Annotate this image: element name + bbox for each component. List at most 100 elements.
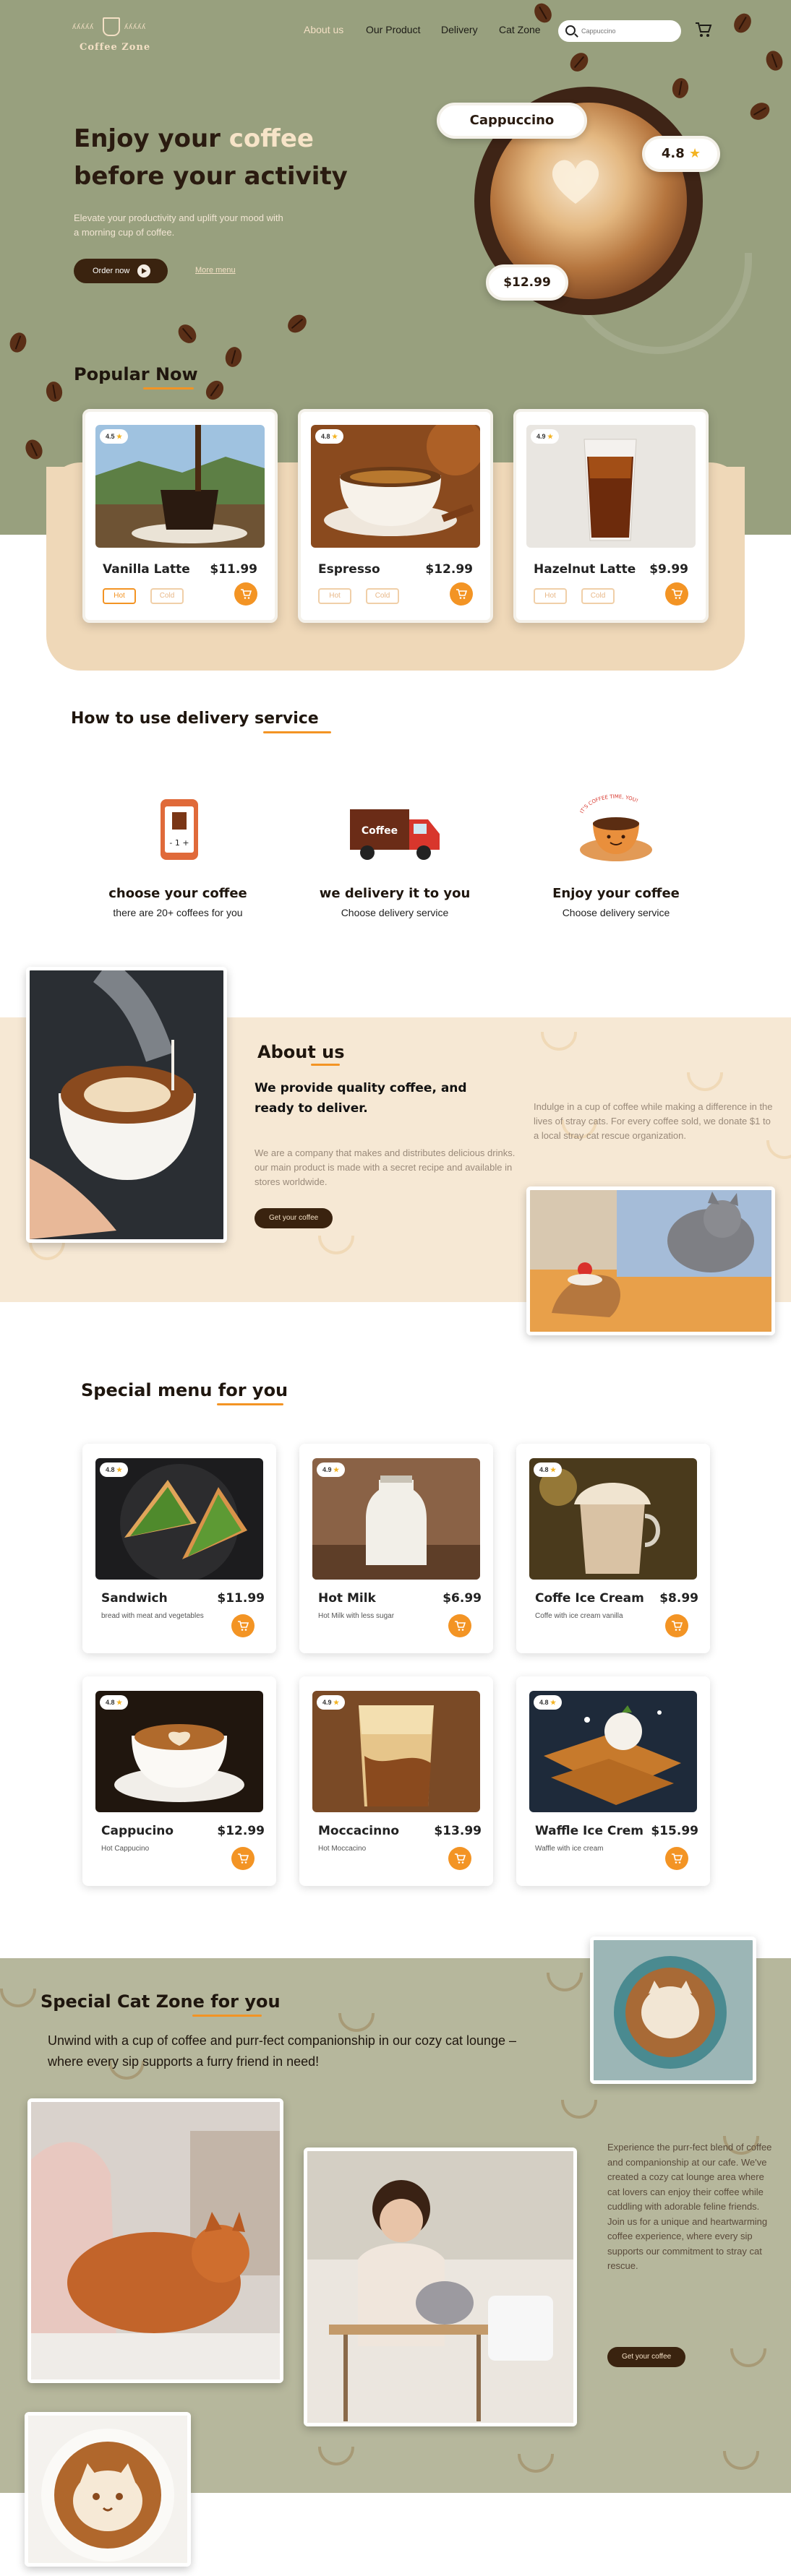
menu-card-waffle-ice-crem[interactable]: 4.8 ★ Waffle Ice Crem $15.99 Waffle with… <box>516 1676 710 1886</box>
catzone-body: Experience the purr-fect blend of coffee… <box>607 2142 772 2271</box>
product-card-hazelnut-latte[interactable]: 4.9 ★ Hazelnut Latte $9.99 Hot Cold <box>513 409 709 623</box>
cart-icon <box>456 589 467 599</box>
nav-item-about-us[interactable]: About us <box>304 24 343 35</box>
step-subtitle: Choose delivery service <box>562 907 670 918</box>
coffee-bean-icon <box>7 330 30 355</box>
delivery-step-deliver: Coffee we delivery it to you Choose deli… <box>294 788 496 918</box>
featured-price-pill: $12.99 <box>486 264 568 301</box>
product-name: Vanilla Latte <box>103 562 190 577</box>
menu-item-name: Hot Milk <box>318 1591 376 1606</box>
cart-icon <box>238 1621 249 1631</box>
menu-item-desc: Hot Cappucino <box>101 1845 150 1853</box>
menu-item-name: Moccacinno <box>318 1824 400 1838</box>
product-price: $11.99 <box>210 562 257 577</box>
menu-item-price: $13.99 <box>434 1824 482 1838</box>
latte-pour-photo <box>26 967 227 1243</box>
rating-badge: 4.8 ★ <box>100 1695 129 1710</box>
popular-title: Popular Now <box>74 364 198 384</box>
menu-item-desc: Coffe with ice cream vanilla <box>535 1612 623 1620</box>
rating-badge: 4.9 ★ <box>317 1463 346 1477</box>
title-underline <box>192 2015 262 2017</box>
search-icon[interactable] <box>565 25 576 35</box>
moccacinno-image: 4.9 ★ <box>312 1691 480 1812</box>
rating-badge: 4.5 ★ <box>100 429 129 444</box>
brand-logo[interactable]: ʎʎʎʎʎ ʎʎʎʎʎ Coffee Zone <box>72 17 152 58</box>
menu-item-desc: Hot Milk with less sugar <box>318 1612 395 1620</box>
product-card-vanilla-latte[interactable]: 4.5 ★ Vanilla Latte $11.99 Hot Cold <box>82 409 278 623</box>
woman-with-cat-photo <box>27 2098 283 2383</box>
cart-icon <box>238 1853 249 1864</box>
product-name: Hazelnut Latte <box>534 562 636 577</box>
get-coffee-button[interactable]: Get your coffee <box>255 1208 333 1228</box>
coffee-bean-icon <box>566 49 592 75</box>
add-to-cart-button[interactable] <box>231 1847 255 1870</box>
option-cold[interactable]: Cold <box>581 588 615 604</box>
rating-badge: 4.8 ★ <box>534 1463 563 1477</box>
about-title: About us <box>257 1042 345 1062</box>
step-subtitle: there are 20+ coffees for you <box>113 907 243 918</box>
catzone-lead: Unwind with a cup of coffee and purr-fec… <box>48 2033 517 2069</box>
menu-item-price: $11.99 <box>217 1591 265 1606</box>
coffee-cup-mascot-icon: IT'S COFFEE TIME, YOU! <box>573 788 659 867</box>
search-input[interactable] <box>581 25 672 37</box>
coffee-bean-icon <box>174 321 200 347</box>
menu-item-price: $12.99 <box>217 1824 265 1838</box>
menu-card-cappucino[interactable]: 4.8 ★ Cappucino $12.99 Hot Cappucino <box>82 1676 276 1886</box>
cart-icon[interactable] <box>694 20 713 39</box>
step-title: Enjoy your coffee <box>552 886 680 901</box>
menu-item-desc: bread with meat and vegetables <box>101 1612 204 1620</box>
brand-name: Coffee Zone <box>80 42 151 53</box>
coffee-ice-cream-image: 4.8 ★ <box>529 1458 697 1580</box>
menu-card-hot-milk[interactable]: 4.9 ★ Hot Milk $6.99 Hot Milk with less … <box>299 1444 493 1653</box>
logo-wing-right: ʎʎʎʎʎ <box>124 23 146 31</box>
menu-item-name: Waffle Ice Crem <box>535 1824 644 1838</box>
option-hot[interactable]: Hot <box>318 588 351 604</box>
add-to-cart-button[interactable] <box>665 582 688 606</box>
logo-wing-left: ʎʎʎʎʎ <box>72 23 94 31</box>
vanilla-latte-image: 4.5 ★ <box>95 425 265 548</box>
hero-subtitle: Elevate your productivity and uplift you… <box>74 212 283 238</box>
rating-badge: 4.9 ★ <box>317 1695 346 1710</box>
nav-item-our-product[interactable]: Our Product <box>366 24 420 35</box>
menu-item-price: $15.99 <box>651 1824 698 1838</box>
featured-name-pill: Cappuccino <box>437 103 587 139</box>
nav-item-delivery[interactable]: Delivery <box>441 24 478 35</box>
search-bar[interactable] <box>558 20 681 42</box>
coffee-bean-icon <box>22 436 46 462</box>
cat-face-latte-photo <box>25 2412 191 2567</box>
product-name: Espresso <box>318 562 380 577</box>
menu-item-name: Cappucino <box>101 1824 174 1838</box>
cart-icon <box>672 589 683 599</box>
star-icon: ★ <box>689 146 701 161</box>
step-title: choose your coffee <box>108 886 247 901</box>
menu-card-sandwich[interactable]: 4.8 ★ Sandwich $11.99 bread with meat an… <box>82 1444 276 1653</box>
menu-card-moccacinno[interactable]: 4.9 ★ Moccacinno $13.99 Hot Moccacino <box>299 1676 493 1886</box>
menu-card-coffe-ice-cream[interactable]: 4.8 ★ Coffe Ice Cream $8.99 Coffe with i… <box>516 1444 710 1653</box>
add-to-cart-button[interactable] <box>231 1614 255 1637</box>
product-card-espresso[interactable]: 4.8 ★ Espresso $12.99 Hot Cold <box>298 409 493 623</box>
add-to-cart-button[interactable] <box>234 582 257 606</box>
add-to-cart-button[interactable] <box>665 1847 688 1870</box>
add-to-cart-button[interactable] <box>448 1847 471 1870</box>
delivery-title: How to use delivery service <box>71 710 319 728</box>
add-to-cart-button[interactable] <box>448 1614 471 1637</box>
catzone-get-coffee-button[interactable]: Get your coffee <box>607 2347 686 2367</box>
option-cold[interactable]: Cold <box>150 588 184 604</box>
option-hot[interactable]: Hot <box>534 588 567 604</box>
add-to-cart-button[interactable] <box>450 582 473 606</box>
nav-item-cat-zone[interactable]: Cat Zone <box>499 24 541 35</box>
svg-text:Coffee: Coffee <box>362 825 398 837</box>
coffee-bean-icon <box>284 311 310 337</box>
cat-with-cake-photo <box>526 1186 775 1335</box>
option-hot[interactable]: Hot <box>103 588 136 604</box>
add-to-cart-button[interactable] <box>665 1614 688 1637</box>
menu-item-name: Sandwich <box>101 1591 168 1606</box>
option-cold[interactable]: Cold <box>366 588 399 604</box>
more-menu-link[interactable]: More menu <box>195 266 236 275</box>
cup-logo-icon <box>103 17 120 36</box>
order-now-button[interactable]: Order now <box>74 259 168 283</box>
waffle-image: 4.8 ★ <box>529 1691 697 1812</box>
sandwich-image: 4.8 ★ <box>95 1458 263 1580</box>
delivery-step-choose: - 1 + choose your coffee there are 20+ c… <box>77 788 279 918</box>
rating-badge: 4.8 ★ <box>534 1695 563 1710</box>
